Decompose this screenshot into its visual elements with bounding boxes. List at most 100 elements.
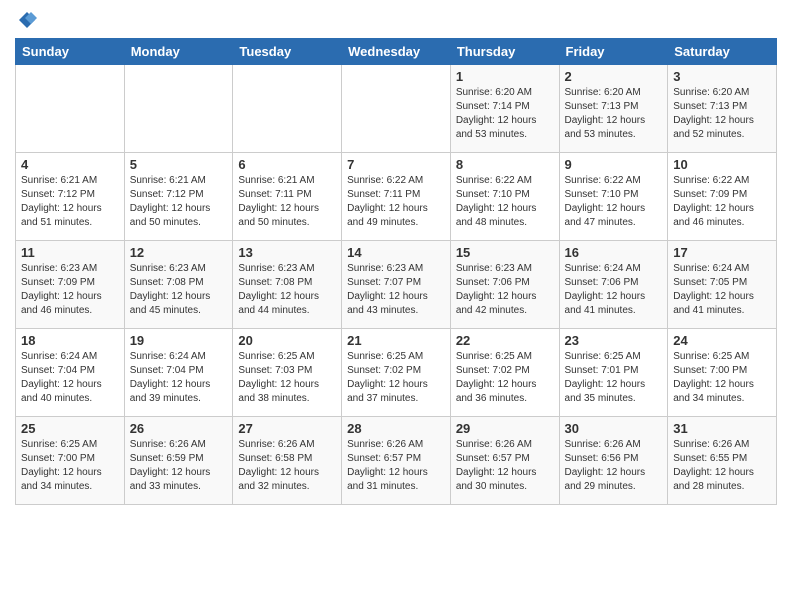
day-info: Sunrise: 6:23 AM Sunset: 7:09 PM Dayligh… [21, 262, 119, 318]
calendar-cell: 22 Sunrise: 6:25 AM Sunset: 7:02 PM Dayli… [450, 329, 559, 417]
day-number: 26 [130, 421, 228, 436]
day-number: 22 [456, 333, 554, 348]
day-info: Sunrise: 6:23 AM Sunset: 7:06 PM Dayligh… [456, 262, 554, 318]
day-info: Sunrise: 6:23 AM Sunset: 7:07 PM Dayligh… [347, 262, 445, 318]
calendar-cell: 1Sunrise: 6:20 AM Sunset: 7:14 PM Daylig… [450, 65, 559, 153]
day-number: 18 [21, 333, 119, 348]
day-number: 14 [347, 245, 445, 260]
day-of-week-header: Thursday [450, 39, 559, 65]
day-info: Sunrise: 6:24 AM Sunset: 7:06 PM Dayligh… [565, 262, 663, 318]
calendar-cell: 20Sunrise: 6:25 AM Sunset: 7:03 PM Dayli… [233, 329, 342, 417]
day-info: Sunrise: 6:22 AM Sunset: 7:10 PM Dayligh… [456, 174, 554, 230]
calendar-cell [233, 65, 342, 153]
day-number: 19 [130, 333, 228, 348]
calendar-cell: 12 Sunrise: 6:23 AM Sunset: 7:08 PM Dayli… [124, 241, 233, 329]
calendar-cell: 16 Sunrise: 6:24 AM Sunset: 7:06 PM Dayli… [559, 241, 668, 329]
day-number: 7 [347, 157, 445, 172]
calendar-cell [124, 65, 233, 153]
calendar-cell [16, 65, 125, 153]
calendar-cell: 21 Sunrise: 6:25 AM Sunset: 7:02 PM Dayli… [342, 329, 451, 417]
day-number: 24 [673, 333, 771, 348]
day-number: 25 [21, 421, 119, 436]
day-of-week-header: Monday [124, 39, 233, 65]
day-number: 10 [673, 157, 771, 172]
calendar-cell: 13 Sunrise: 6:23 AM Sunset: 7:08 PM Dayli… [233, 241, 342, 329]
calendar-cell: 4Sunrise: 6:21 AM Sunset: 7:12 PM Daylig… [16, 153, 125, 241]
day-number: 23 [565, 333, 663, 348]
calendar-cell: 24 Sunrise: 6:25 AM Sunset: 7:00 PM Dayli… [668, 329, 777, 417]
logo [15, 10, 37, 30]
day-of-week-header: Tuesday [233, 39, 342, 65]
day-number: 12 [130, 245, 228, 260]
day-info: Sunrise: 6:22 AM Sunset: 7:09 PM Dayligh… [673, 174, 771, 230]
calendar-cell: 2 Sunrise: 6:20 AM Sunset: 7:13 PM Daylig… [559, 65, 668, 153]
calendar-cell: 15 Sunrise: 6:23 AM Sunset: 7:06 PM Dayli… [450, 241, 559, 329]
calendar-cell: 27 Sunrise: 6:26 AM Sunset: 6:58 PM Dayli… [233, 417, 342, 505]
day-info: Sunrise: 6:24 AM Sunset: 7:04 PM Dayligh… [21, 350, 119, 406]
day-info: Sunrise: 6:21 AM Sunset: 7:12 PM Dayligh… [21, 174, 119, 230]
day-info: Sunrise: 6:22 AM Sunset: 7:11 PM Dayligh… [347, 174, 445, 230]
calendar-table: SundayMondayTuesdayWednesdayThursdayFrid… [15, 38, 777, 505]
day-info: Sunrise: 6:26 AM Sunset: 6:56 PM Dayligh… [565, 438, 663, 494]
day-number: 8 [456, 157, 554, 172]
calendar-cell: 17Sunrise: 6:24 AM Sunset: 7:05 PM Dayli… [668, 241, 777, 329]
day-number: 15 [456, 245, 554, 260]
calendar-cell: 25 Sunrise: 6:25 AM Sunset: 7:00 PM Dayli… [16, 417, 125, 505]
day-info: Sunrise: 6:21 AM Sunset: 7:12 PM Dayligh… [130, 174, 228, 230]
calendar-cell: 18 Sunrise: 6:24 AM Sunset: 7:04 PM Dayli… [16, 329, 125, 417]
calendar-cell: 29 Sunrise: 6:26 AM Sunset: 6:57 PM Dayli… [450, 417, 559, 505]
calendar-week-row: 4Sunrise: 6:21 AM Sunset: 7:12 PM Daylig… [16, 153, 777, 241]
calendar-cell: 3 Sunrise: 6:20 AM Sunset: 7:13 PM Daylig… [668, 65, 777, 153]
calendar-cell: 10 Sunrise: 6:22 AM Sunset: 7:09 PM Dayli… [668, 153, 777, 241]
day-info: Sunrise: 6:24 AM Sunset: 7:05 PM Dayligh… [673, 262, 771, 318]
day-info: Sunrise: 6:20 AM Sunset: 7:13 PM Dayligh… [565, 86, 663, 142]
calendar-week-row: 18 Sunrise: 6:24 AM Sunset: 7:04 PM Dayli… [16, 329, 777, 417]
calendar-week-row: 11 Sunrise: 6:23 AM Sunset: 7:09 PM Dayli… [16, 241, 777, 329]
calendar-cell: 28Sunrise: 6:26 AM Sunset: 6:57 PM Dayli… [342, 417, 451, 505]
day-info: Sunrise: 6:20 AM Sunset: 7:14 PM Dayligh… [456, 86, 554, 142]
day-number: 13 [238, 245, 336, 260]
day-number: 30 [565, 421, 663, 436]
day-number: 9 [565, 157, 663, 172]
day-of-week-header: Wednesday [342, 39, 451, 65]
calendar-cell: 31Sunrise: 6:26 AM Sunset: 6:55 PM Dayli… [668, 417, 777, 505]
calendar-body: 1Sunrise: 6:20 AM Sunset: 7:14 PM Daylig… [16, 65, 777, 505]
day-info: Sunrise: 6:25 AM Sunset: 7:02 PM Dayligh… [347, 350, 445, 406]
day-number: 3 [673, 69, 771, 84]
day-info: Sunrise: 6:26 AM Sunset: 6:58 PM Dayligh… [238, 438, 336, 494]
day-number: 21 [347, 333, 445, 348]
calendar-cell: 30 Sunrise: 6:26 AM Sunset: 6:56 PM Dayli… [559, 417, 668, 505]
day-number: 11 [21, 245, 119, 260]
day-of-week-header: Saturday [668, 39, 777, 65]
day-info: Sunrise: 6:25 AM Sunset: 7:00 PM Dayligh… [673, 350, 771, 406]
calendar-cell: 14 Sunrise: 6:23 AM Sunset: 7:07 PM Dayli… [342, 241, 451, 329]
day-info: Sunrise: 6:25 AM Sunset: 7:02 PM Dayligh… [456, 350, 554, 406]
calendar-week-row: 1Sunrise: 6:20 AM Sunset: 7:14 PM Daylig… [16, 65, 777, 153]
day-number: 27 [238, 421, 336, 436]
day-info: Sunrise: 6:25 AM Sunset: 7:01 PM Dayligh… [565, 350, 663, 406]
day-number: 6 [238, 157, 336, 172]
calendar-cell: 6 Sunrise: 6:21 AM Sunset: 7:11 PM Daylig… [233, 153, 342, 241]
calendar-cell: 26 Sunrise: 6:26 AM Sunset: 6:59 PM Dayli… [124, 417, 233, 505]
day-number: 16 [565, 245, 663, 260]
calendar-cell: 7 Sunrise: 6:22 AM Sunset: 7:11 PM Daylig… [342, 153, 451, 241]
calendar-cell: 19 Sunrise: 6:24 AM Sunset: 7:04 PM Dayli… [124, 329, 233, 417]
day-info: Sunrise: 6:20 AM Sunset: 7:13 PM Dayligh… [673, 86, 771, 142]
day-number: 2 [565, 69, 663, 84]
day-info: Sunrise: 6:23 AM Sunset: 7:08 PM Dayligh… [238, 262, 336, 318]
header-row: SundayMondayTuesdayWednesdayThursdayFrid… [16, 39, 777, 65]
day-info: Sunrise: 6:21 AM Sunset: 7:11 PM Dayligh… [238, 174, 336, 230]
day-info: Sunrise: 6:24 AM Sunset: 7:04 PM Dayligh… [130, 350, 228, 406]
day-number: 29 [456, 421, 554, 436]
calendar-cell: 8 Sunrise: 6:22 AM Sunset: 7:10 PM Daylig… [450, 153, 559, 241]
day-info: Sunrise: 6:26 AM Sunset: 6:59 PM Dayligh… [130, 438, 228, 494]
day-info: Sunrise: 6:22 AM Sunset: 7:10 PM Dayligh… [565, 174, 663, 230]
day-info: Sunrise: 6:25 AM Sunset: 7:00 PM Dayligh… [21, 438, 119, 494]
day-info: Sunrise: 6:26 AM Sunset: 6:57 PM Dayligh… [456, 438, 554, 494]
calendar-cell: 11 Sunrise: 6:23 AM Sunset: 7:09 PM Dayli… [16, 241, 125, 329]
day-number: 5 [130, 157, 228, 172]
day-number: 31 [673, 421, 771, 436]
day-info: Sunrise: 6:25 AM Sunset: 7:03 PM Dayligh… [238, 350, 336, 406]
day-info: Sunrise: 6:23 AM Sunset: 7:08 PM Dayligh… [130, 262, 228, 318]
calendar-week-row: 25 Sunrise: 6:25 AM Sunset: 7:00 PM Dayli… [16, 417, 777, 505]
